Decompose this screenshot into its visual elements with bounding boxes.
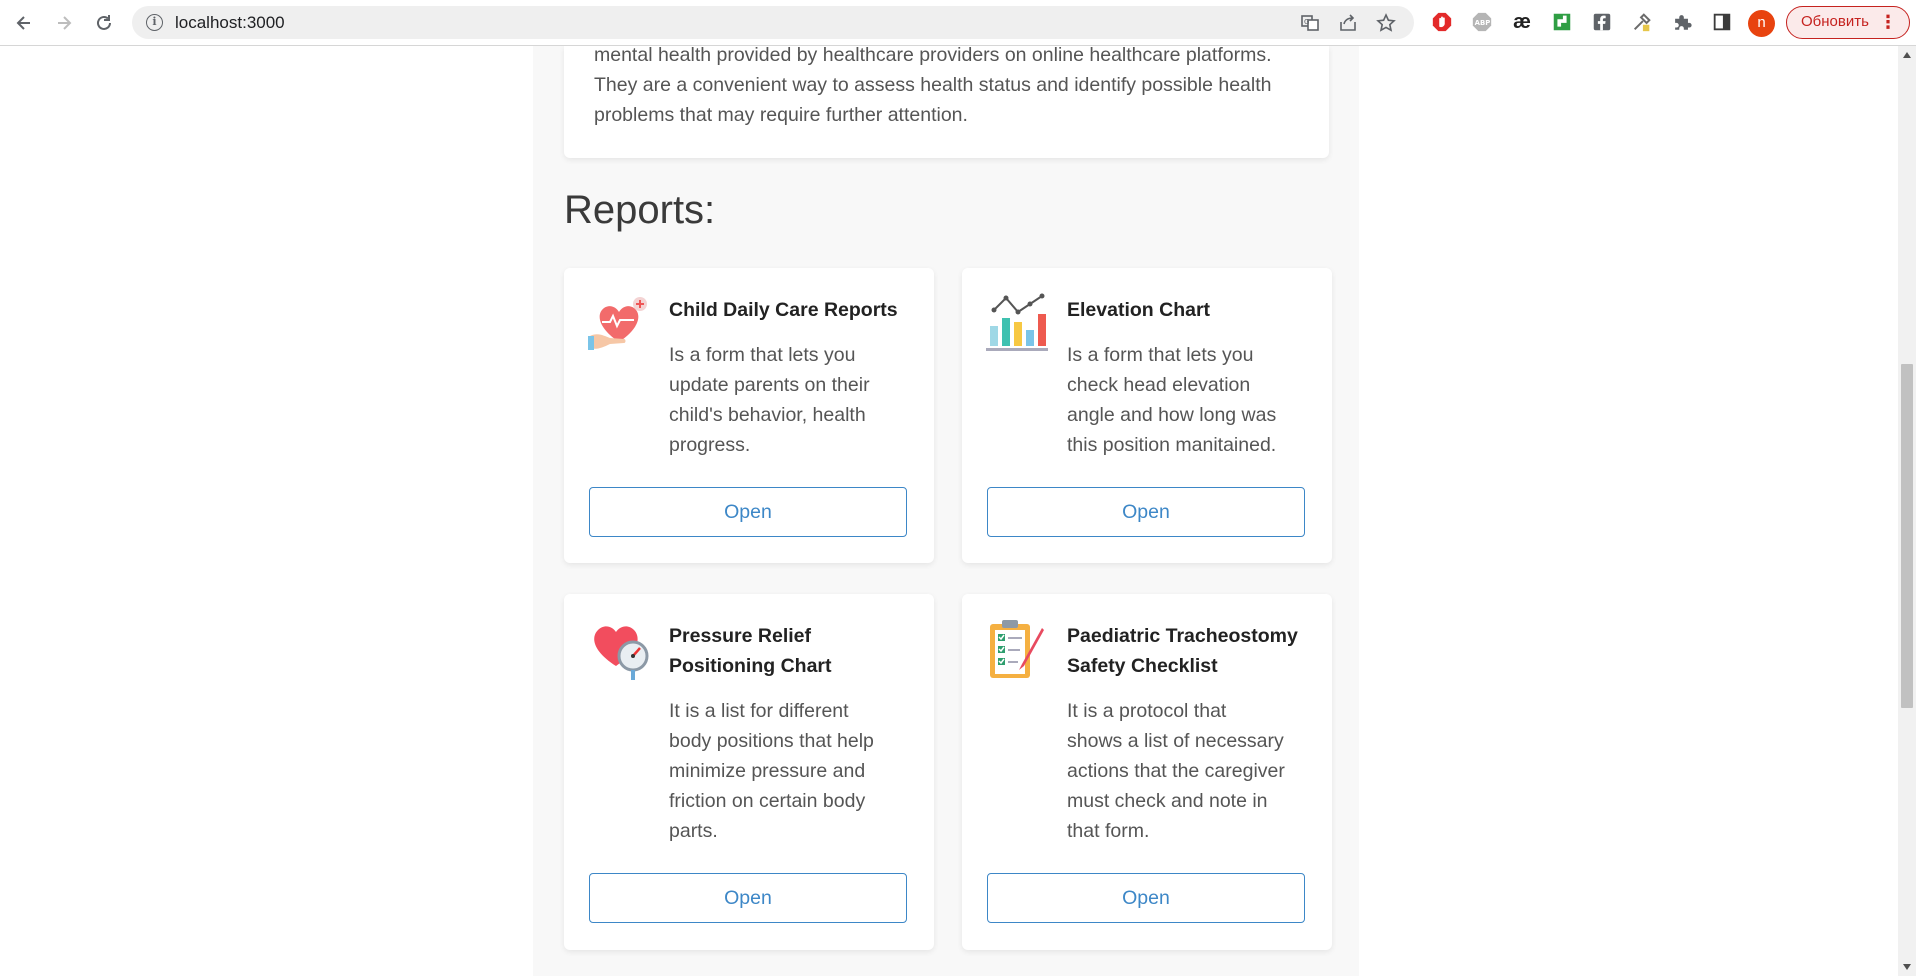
menu-kebab-icon[interactable]: ⋮ (1879, 7, 1897, 37)
card-title: Pressure Relief Positioning Chart (669, 625, 832, 677)
update-button[interactable]: Обновить ⋮ (1786, 6, 1910, 39)
bookmark-star-icon[interactable] (1376, 13, 1396, 33)
share-icon[interactable] (1338, 13, 1358, 33)
reload-icon[interactable] (90, 9, 118, 37)
eyedropper-icon[interactable] (1630, 10, 1654, 34)
ae-icon[interactable]: æ (1510, 10, 1534, 34)
report-card-tracheostomy-checklist: Paediatric Tracheostomy Safety Checklist… (962, 594, 1332, 950)
heart-gauge-icon (588, 618, 650, 680)
open-elevation-chart-button[interactable]: Open (987, 487, 1305, 537)
open-child-daily-care-button[interactable]: Open (589, 487, 907, 537)
bar-chart-icon (986, 292, 1048, 354)
scroll-down-arrow-icon[interactable] (1903, 964, 1911, 970)
address-bar[interactable]: i localhost:3000 G (132, 6, 1414, 39)
reports-heading: Reports: (564, 188, 716, 232)
open-tracheostomy-checklist-button[interactable]: Open (987, 873, 1305, 923)
card-title: Child Daily Care Reports (669, 299, 898, 321)
svg-text:ABP: ABP (1475, 19, 1491, 27)
open-pressure-relief-button[interactable]: Open (589, 873, 907, 923)
abp-icon[interactable]: ABP (1470, 10, 1494, 34)
translate-icon[interactable]: G (1300, 13, 1320, 33)
card-title: Elevation Chart (1067, 299, 1211, 321)
facebook-icon[interactable] (1590, 10, 1614, 34)
intro-card: mental health provided by healthcare pro… (564, 46, 1329, 158)
scroll-up-arrow-icon[interactable] (1903, 52, 1911, 58)
card-description: It is a list for different body position… (669, 700, 874, 842)
adblock-stop-icon[interactable] (1430, 10, 1454, 34)
page-scrollbar[interactable] (1898, 46, 1916, 976)
svg-text:G: G (1304, 18, 1309, 26)
clipboard-checklist-icon (986, 618, 1048, 680)
back-icon[interactable] (10, 9, 38, 37)
profile-avatar[interactable]: n (1748, 10, 1775, 37)
url-text[interactable]: localhost:3000 (175, 13, 285, 33)
card-description: It is a protocol that shows a list of ne… (1067, 700, 1285, 842)
puzzle-icon[interactable] (1670, 10, 1694, 34)
main-container: mental health provided by healthcare pro… (533, 46, 1359, 976)
heart-hand-icon (588, 292, 650, 354)
page-viewport: mental health provided by healthcare pro… (0, 46, 1898, 976)
forward-icon[interactable] (50, 9, 78, 37)
card-title: Paediatric Tracheostomy Safety Checklist (1067, 625, 1298, 677)
card-description: Is a form that lets you check head eleva… (1067, 344, 1277, 456)
side-panel-icon[interactable] (1710, 10, 1734, 34)
card-description: Is a form that lets you update parents o… (669, 344, 870, 456)
browser-toolbar: i localhost:3000 G ABP æ n Обновить ⋮ (0, 0, 1916, 46)
green-ext-icon[interactable] (1550, 10, 1574, 34)
report-card-pressure-relief: Pressure Relief Positioning Chart It is … (564, 594, 934, 950)
report-card-elevation-chart: Elevation Chart Is a form that lets you … (962, 268, 1332, 563)
site-info-icon[interactable]: i (146, 14, 163, 31)
intro-text: mental health provided by healthcare pro… (594, 46, 1272, 126)
update-label: Обновить (1801, 13, 1869, 30)
scroll-thumb[interactable] (1901, 364, 1913, 708)
report-card-child-daily-care: Child Daily Care Reports Is a form that … (564, 268, 934, 563)
